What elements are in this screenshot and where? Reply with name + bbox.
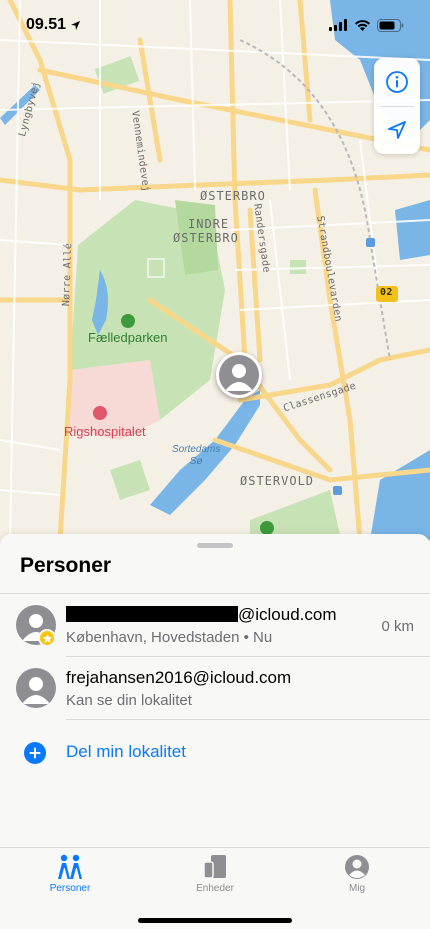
map-label-indre-osterbro-1: INDRE: [188, 217, 230, 231]
share-location-button[interactable]: Del min lokalitet: [0, 734, 430, 772]
map-label-rigshospitalet: Rigshospitalet: [64, 424, 146, 439]
tab-personer[interactable]: Personer: [25, 854, 115, 894]
people-icon: [58, 854, 82, 879]
share-location-label: Del min lokalitet: [66, 742, 186, 761]
map-label-indre-osterbro-2: ØSTERBRO: [173, 231, 239, 245]
time-label: 09.51: [26, 16, 67, 33]
person-map-pin[interactable]: [216, 352, 262, 398]
map-label-osterbro: ØSTERBRO: [200, 189, 266, 203]
home-indicator[interactable]: [138, 918, 292, 923]
person-email: @icloud.com: [66, 605, 337, 625]
person-status: Kan se din lokalitet: [66, 692, 192, 709]
sheet-title: Personer: [20, 554, 112, 577]
email-suffix: @icloud.com: [238, 605, 337, 624]
status-bar: 09.51: [0, 0, 430, 50]
divider: [66, 719, 430, 720]
tab-mig[interactable]: Mig: [312, 854, 402, 894]
info-icon: [386, 70, 408, 93]
person-silhouette-icon: [225, 364, 253, 391]
person-silhouette-icon: [22, 677, 50, 704]
avatar: [219, 355, 259, 395]
person-location: København, Hovedstaden • Nu: [66, 629, 273, 646]
map-label-ostervold: ØSTERVOLD: [240, 474, 315, 488]
cellular-signal-icon: [329, 19, 347, 31]
map-label-faelledparken: Fælledparken: [88, 330, 168, 345]
route-badge-02: 02: [380, 287, 393, 298]
plus-circle-icon: [24, 742, 46, 764]
location-arrow-icon: [70, 20, 81, 30]
location-arrow-icon: [388, 121, 406, 140]
status-time: 09.51: [26, 16, 81, 34]
avatar: [16, 668, 56, 708]
devices-icon: [203, 855, 226, 879]
info-button[interactable]: [374, 58, 420, 106]
tab-label: Mig: [348, 883, 366, 894]
map-label-norre-alle: Nørre Allé: [61, 242, 75, 307]
tab-enheder[interactable]: Enheder: [170, 854, 260, 894]
person-distance: 0 km: [381, 618, 414, 635]
wifi-icon: [355, 20, 370, 31]
locate-me-button[interactable]: [374, 107, 420, 155]
map-view[interactable]: ØSTERBRO INDRE ØSTERBRO ØSTERVOLD Fælled…: [0, 0, 430, 560]
tab-bar: Personer Enheder Mig: [0, 847, 430, 929]
person-row[interactable]: @icloud.com København, Hovedstaden • Nu …: [0, 594, 430, 656]
redacted-name: [66, 606, 238, 622]
tab-label: Enheder: [196, 883, 234, 894]
person-email: frejahansen2016@icloud.com: [66, 668, 292, 687]
person-row[interactable]: frejahansen2016@icloud.com Kan se din lo…: [0, 657, 430, 719]
tab-label: Personer: [49, 883, 91, 894]
battery-icon: [377, 18, 404, 32]
sheet-grabber[interactable]: [197, 543, 233, 548]
map-label-sortedams: Sortedams Sø: [172, 444, 221, 467]
person-circle-icon: [345, 855, 369, 879]
map-controls: [374, 58, 420, 154]
star-badge-icon: [38, 629, 56, 647]
